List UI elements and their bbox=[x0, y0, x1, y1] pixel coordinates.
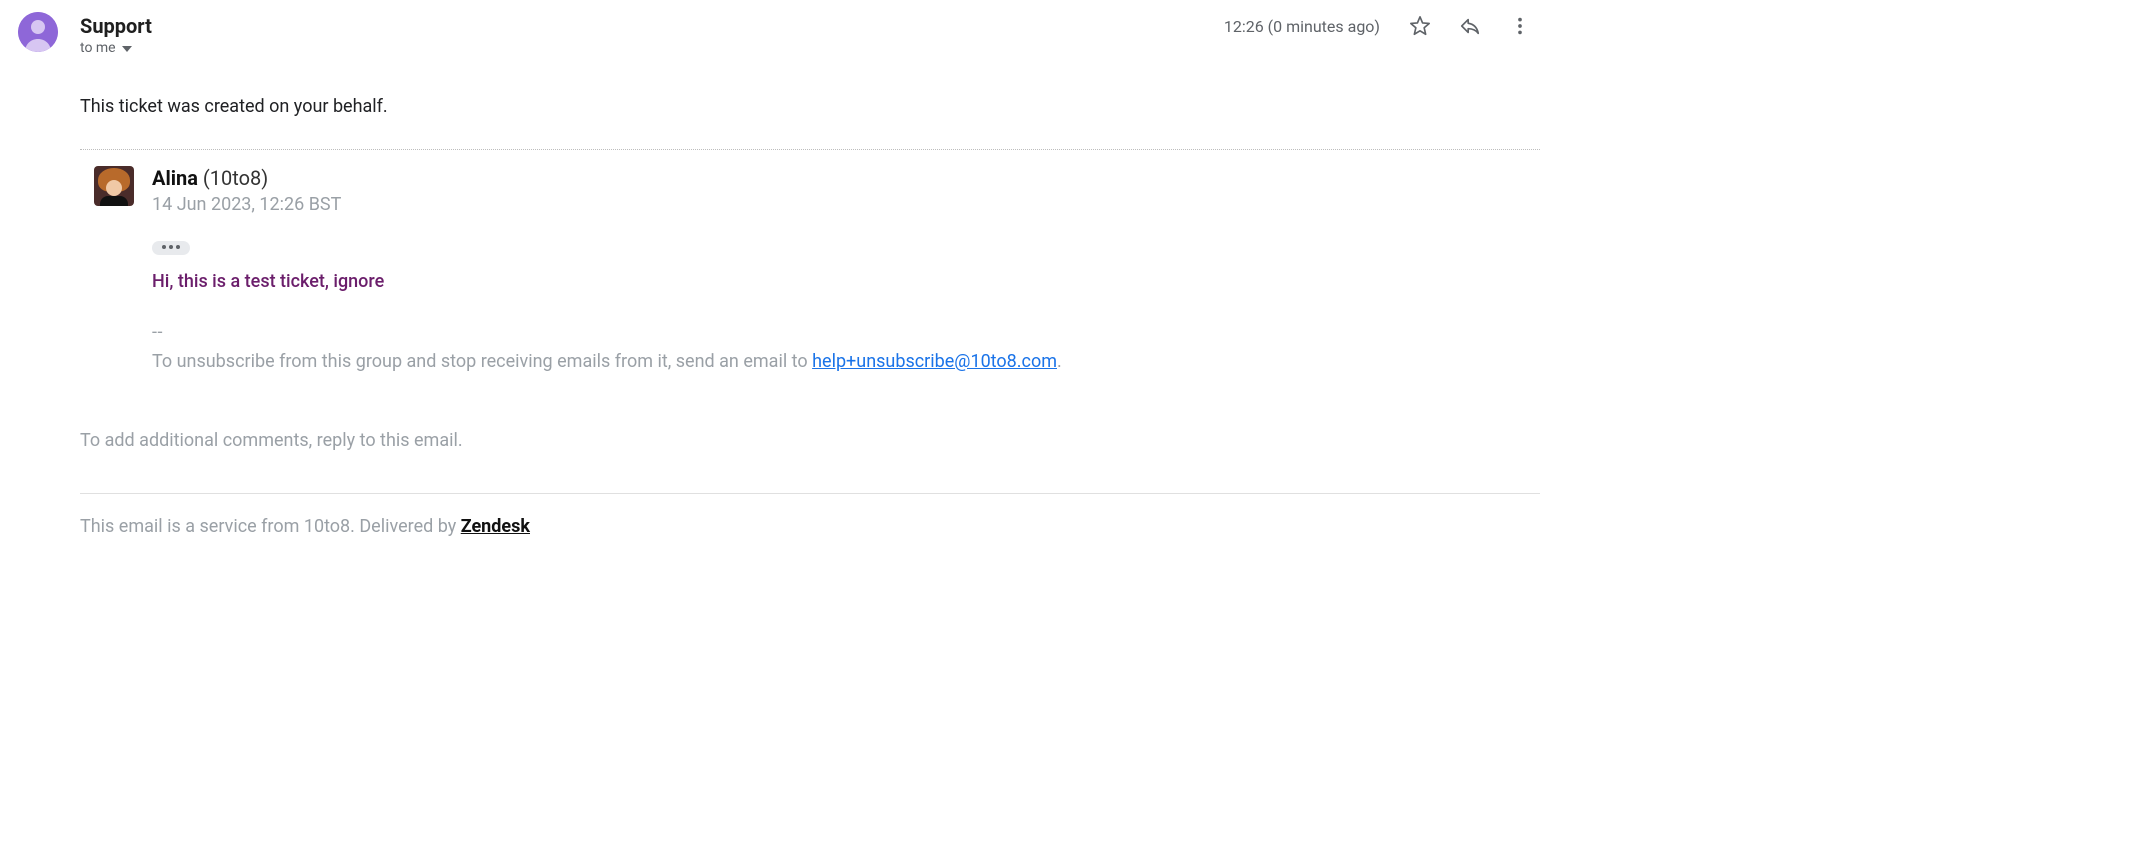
star-button[interactable] bbox=[1406, 12, 1434, 40]
ticket-block: Alina (10to8) 14 Jun 2023, 12:26 BST Hi,… bbox=[80, 166, 1540, 372]
ellipsis-icon bbox=[162, 245, 180, 249]
email-timestamp: 12:26 (0 minutes ago) bbox=[1224, 17, 1380, 36]
agent-timestamp: 14 Jun 2023, 12:26 BST bbox=[152, 194, 1540, 215]
more-button[interactable] bbox=[1506, 12, 1534, 40]
unsubscribe-line: To unsubscribe from this group and stop … bbox=[152, 351, 1540, 372]
ticket-intro-text: This ticket was created on your behalf. bbox=[80, 96, 1540, 117]
unsubscribe-period: . bbox=[1057, 351, 1062, 372]
reply-hint-text: To add additional comments, reply to thi… bbox=[80, 430, 1540, 451]
dotted-separator bbox=[80, 149, 1540, 150]
email-header: Support to me 12:26 (0 minutes ago) bbox=[18, 12, 1540, 56]
more-vertical-icon bbox=[1509, 15, 1531, 37]
agent-name-line: Alina (10to8) bbox=[152, 166, 1540, 190]
agent-avatar bbox=[94, 166, 134, 206]
reply-button[interactable] bbox=[1456, 12, 1484, 40]
star-icon bbox=[1409, 15, 1431, 37]
reply-icon bbox=[1459, 15, 1481, 37]
recipient-dropdown[interactable]: to me bbox=[80, 40, 152, 56]
agent-org: (10to8) bbox=[203, 166, 268, 190]
sender-avatar[interactable] bbox=[18, 12, 58, 52]
footer-separator bbox=[80, 493, 1540, 494]
agent-name: Alina bbox=[152, 166, 198, 190]
zendesk-link[interactable]: Zendesk bbox=[461, 516, 530, 537]
footer-service-text: This email is a service from 10to8. Deli… bbox=[80, 516, 461, 537]
footer-line: This email is a service from 10to8. Deli… bbox=[80, 516, 1540, 537]
sender-name: Support bbox=[80, 14, 152, 38]
unsubscribe-prefix: To unsubscribe from this group and stop … bbox=[152, 351, 812, 372]
unsubscribe-link[interactable]: help+unsubscribe@10to8.com bbox=[812, 351, 1057, 372]
recipient-label: to me bbox=[80, 40, 116, 56]
chevron-down-icon bbox=[122, 40, 132, 56]
ticket-message-body: Hi, this is a test ticket, ignore bbox=[152, 271, 1540, 292]
signature-dashes: -- bbox=[152, 322, 1540, 343]
show-trimmed-content-button[interactable] bbox=[152, 241, 190, 255]
